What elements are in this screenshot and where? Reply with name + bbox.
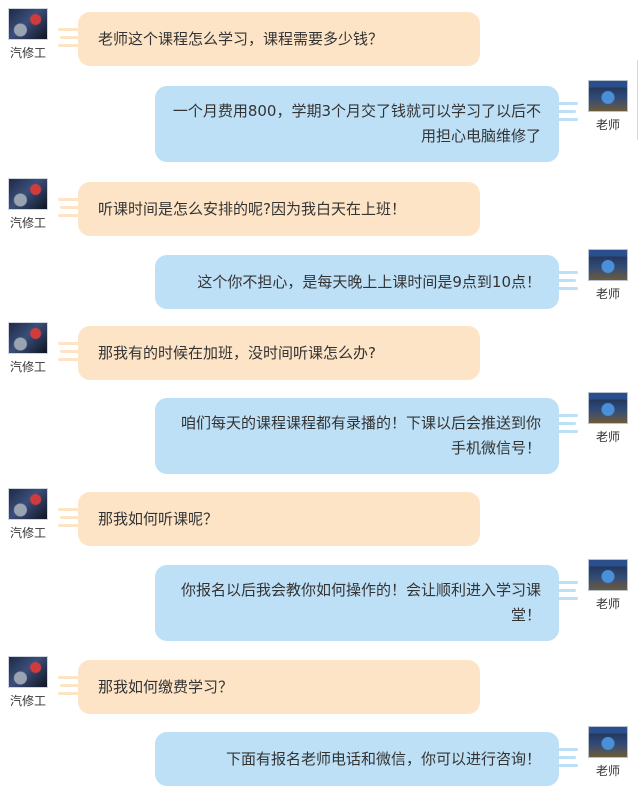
bubble-tail (58, 508, 80, 528)
student-avatar-block[interactable]: 汽修工 (3, 178, 53, 231)
teacher-avatar-block[interactable]: 老师 (583, 726, 633, 779)
avatar[interactable] (588, 80, 628, 112)
avatar[interactable] (8, 322, 48, 354)
message-text: 下面有报名老师电话和微信，你可以进行咨询！ (225, 749, 541, 768)
bubble-tail (556, 581, 578, 601)
sender-name: 老师 (595, 597, 620, 611)
sender-name: 老师 (595, 287, 620, 301)
bubble-tail (58, 198, 80, 218)
avatar[interactable] (588, 726, 628, 758)
sender-name: 汽修工 (9, 46, 46, 60)
student-avatar-block[interactable]: 汽修工 (3, 8, 53, 61)
avatar[interactable] (588, 392, 628, 424)
message-text: 咱们每天的课程课程都有录播的！下课以后会推送到你手机微信号！ (180, 414, 541, 457)
teacher-message-bubble: 你报名以后我会教你如何操作的！会让顺利进入学习课堂！ (155, 565, 559, 641)
student-message-bubble: 那我如何听课呢？ (78, 492, 480, 546)
message-text: 这个你不担心，是每天晚上上课时间是9点到10点！ (197, 272, 541, 291)
student-avatar-block[interactable]: 汽修工 (3, 488, 53, 541)
message-text: 一个月费用800，学期3个月交了钱就可以学习了以后不用担心电脑维修了 (172, 102, 541, 145)
teacher-avatar-block[interactable]: 老师 (583, 249, 633, 302)
message-text: 老师这个课程怎么学习，课程需要多少钱？ (98, 29, 384, 48)
message-row: 老师 下面有报名老师电话和微信，你可以进行咨询！ (0, 726, 640, 786)
student-message-bubble: 那我如何缴费学习？ (78, 660, 480, 714)
sender-name: 汽修工 (9, 526, 46, 540)
message-row: 老师 咱们每天的课程课程都有录播的！下课以后会推送到你手机微信号！ (0, 392, 640, 474)
message-row: 汽修工 那我如何听课呢？ (0, 488, 640, 546)
message-row: 汽修工 那我如何缴费学习？ (0, 656, 640, 714)
teacher-message-bubble: 下面有报名老师电话和微信，你可以进行咨询！ (155, 732, 559, 786)
message-row: 老师 这个你不担心，是每天晚上上课时间是9点到10点！ (0, 249, 640, 309)
sender-name: 老师 (595, 118, 620, 132)
avatar[interactable] (588, 249, 628, 281)
message-row: 汽修工 老师这个课程怎么学习，课程需要多少钱？ (0, 8, 640, 66)
avatar[interactable] (588, 559, 628, 591)
sender-name: 汽修工 (9, 360, 46, 374)
teacher-message-bubble: 一个月费用800，学期3个月交了钱就可以学习了以后不用担心电脑维修了 (155, 86, 559, 162)
bubble-tail (556, 271, 578, 291)
message-text: 听课时间是怎么安排的呢?因为我白天在上班！ (98, 199, 406, 218)
message-text: 那我如何听课呢？ (98, 509, 219, 528)
student-message-bubble: 听课时间是怎么安排的呢?因为我白天在上班！ (78, 182, 480, 236)
message-text: 那我如何缴费学习？ (98, 677, 234, 696)
bubble-tail (556, 102, 578, 122)
sender-name: 汽修工 (9, 216, 46, 230)
teacher-avatar-block[interactable]: 老师 (583, 559, 633, 612)
teacher-avatar-block[interactable]: 老师 (583, 80, 633, 133)
message-text: 那我有的时候在加班，没时间听课怎么办? (98, 343, 376, 362)
chat-conversation: 汽修工 老师这个课程怎么学习，课程需要多少钱？ 老师 一个月费用800，学期3个月交了… (0, 0, 640, 790)
bubble-tail (556, 414, 578, 434)
sender-name: 老师 (595, 764, 620, 778)
student-message-bubble: 那我有的时候在加班，没时间听课怎么办? (78, 326, 480, 380)
bubble-tail (58, 28, 80, 48)
message-row: 老师 一个月费用800，学期3个月交了钱就可以学习了以后不用担心电脑维修了 (0, 80, 640, 162)
message-row: 老师 你报名以后我会教你如何操作的！会让顺利进入学习课堂！ (0, 559, 640, 641)
student-message-bubble: 老师这个课程怎么学习，课程需要多少钱？ (78, 12, 480, 66)
message-text: 你报名以后我会教你如何操作的！会让顺利进入学习课堂！ (180, 581, 541, 624)
avatar[interactable] (8, 656, 48, 688)
teacher-message-bubble: 这个你不担心，是每天晚上上课时间是9点到10点！ (155, 255, 559, 309)
bubble-tail (58, 676, 80, 696)
avatar[interactable] (8, 488, 48, 520)
teacher-message-bubble: 咱们每天的课程课程都有录播的！下课以后会推送到你手机微信号！ (155, 398, 559, 474)
message-row: 汽修工 听课时间是怎么安排的呢?因为我白天在上班！ (0, 178, 640, 236)
avatar[interactable] (8, 178, 48, 210)
teacher-avatar-block[interactable]: 老师 (583, 392, 633, 445)
sender-name: 汽修工 (9, 694, 46, 708)
student-avatar-block[interactable]: 汽修工 (3, 656, 53, 709)
student-avatar-block[interactable]: 汽修工 (3, 322, 53, 375)
bubble-tail (58, 342, 80, 362)
sender-name: 老师 (595, 430, 620, 444)
avatar[interactable] (8, 8, 48, 40)
bubble-tail (556, 748, 578, 768)
message-row: 汽修工 那我有的时候在加班，没时间听课怎么办? (0, 322, 640, 380)
